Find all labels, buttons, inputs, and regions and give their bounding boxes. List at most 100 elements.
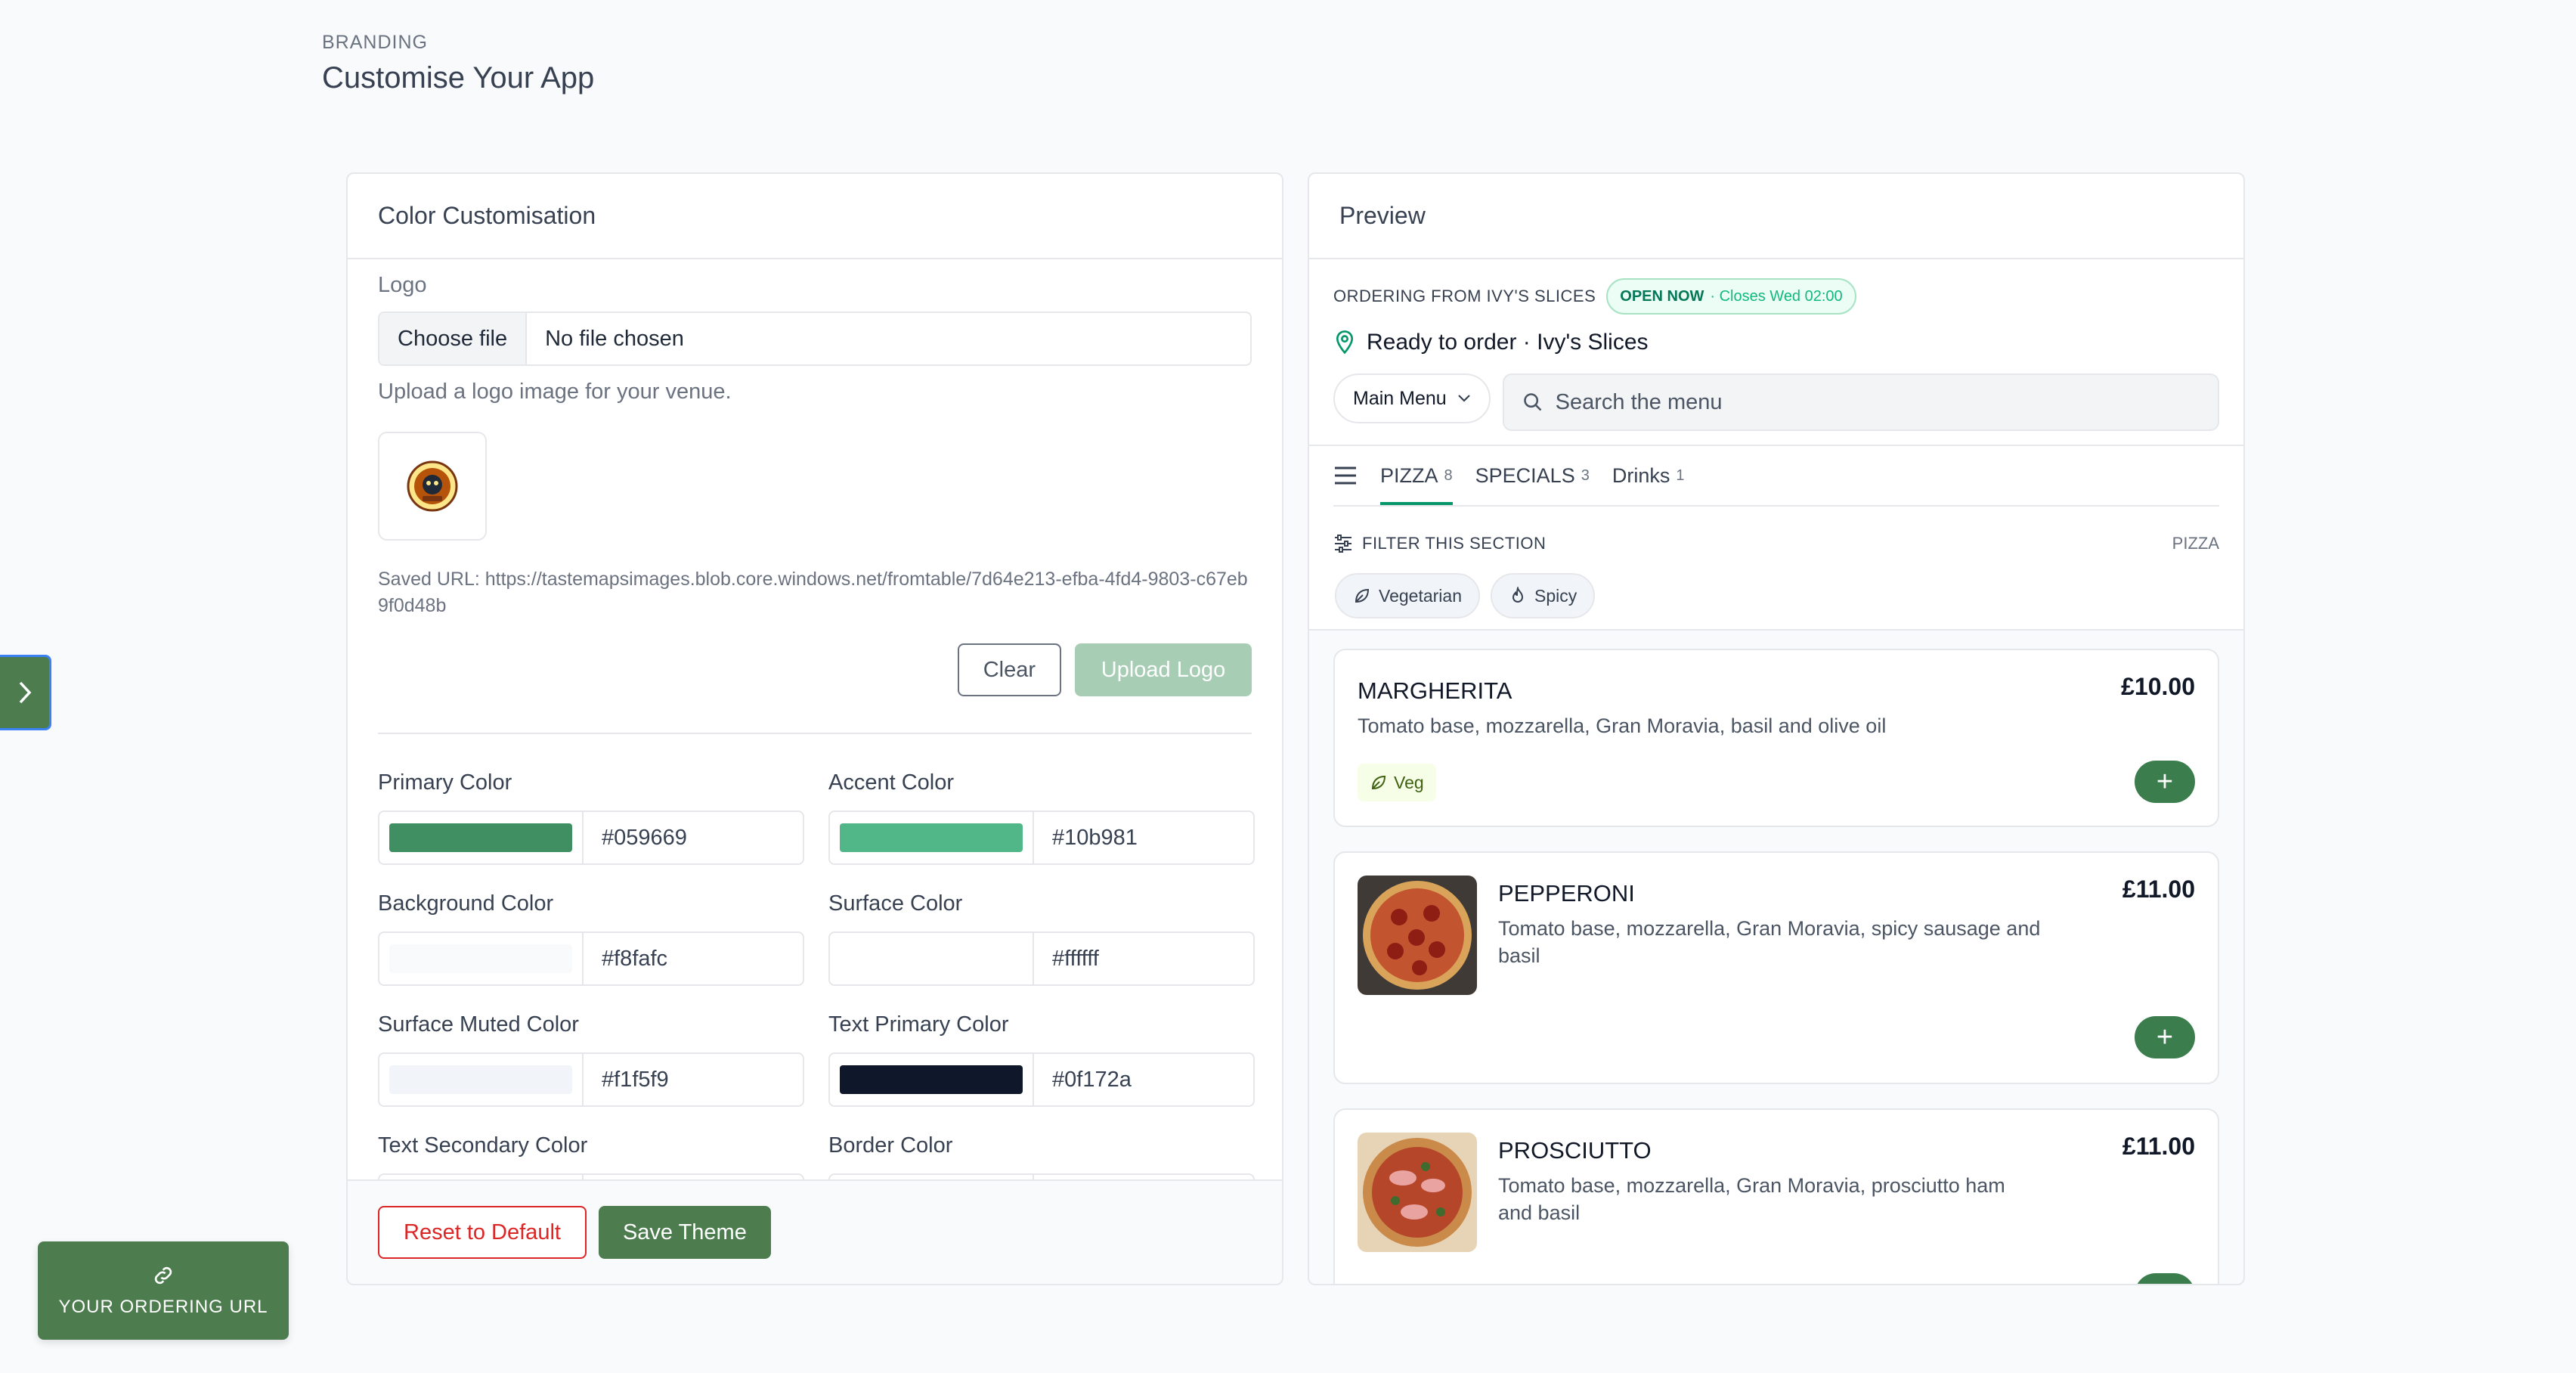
chevron-right-icon (19, 681, 31, 704)
color-picker[interactable] (830, 812, 1034, 863)
closing-time: · Closes Wed 02:00 (1710, 287, 1843, 305)
ordering-from-label: ORDERING FROM IVY'S SLICES (1333, 287, 1596, 305)
color-field: Background Color #f8fafc (378, 891, 804, 1012)
open-status: OPEN NOW (1620, 287, 1704, 305)
save-theme-button[interactable]: Save Theme (598, 1206, 771, 1259)
color-hex-value[interactable]: #059669 (584, 826, 687, 851)
tab-count: 8 (1444, 466, 1453, 484)
logo-preview (378, 432, 487, 541)
sidebar-expand-button[interactable] (0, 655, 51, 730)
color-hex-value[interactable]: #ffffff (1034, 947, 1099, 972)
color-field-label: Border Color (828, 1133, 953, 1158)
tab-drinks[interactable]: Drinks 1 (1612, 446, 1685, 505)
ordering-url-label: YOUR ORDERING URL (58, 1297, 268, 1317)
color-hex-value[interactable]: #f1f5f9 (584, 1068, 669, 1093)
color-field: Accent Color #10b981 (828, 770, 1255, 891)
add-to-cart-button[interactable]: + (2135, 761, 2195, 803)
color-picker[interactable] (830, 933, 1034, 984)
pepperoni-pizza-image (1358, 876, 1477, 995)
choose-file-button[interactable]: Choose file (379, 313, 528, 364)
flame-icon (1512, 587, 1523, 603)
open-status-badge: OPEN NOW · Closes Wed 02:00 (1606, 278, 1856, 315)
ordering-url-button[interactable]: YOUR ORDERING URL (38, 1241, 289, 1340)
menu-search-input[interactable]: Search the menu (1502, 373, 2219, 431)
tab-label: SPECIALS (1475, 463, 1575, 487)
color-picker[interactable] (379, 812, 584, 863)
color-swatch (840, 944, 1023, 973)
color-hex-value[interactable]: #f8fafc (584, 947, 667, 972)
color-panel-footer: Reset to Default Save Theme (348, 1179, 1282, 1284)
filter-section-name: PIZZA (2172, 534, 2219, 553)
item-name: PEPPERONI (1498, 880, 1635, 907)
color-customisation-card: Color Customisation Logo Choose file No … (346, 172, 1283, 1285)
color-field-label: Text Secondary Color (378, 1133, 588, 1158)
page-title: Customise Your App (322, 61, 595, 95)
search-placeholder: Search the menu (1555, 389, 1723, 414)
color-input[interactable]: #ffffff (828, 931, 1255, 986)
color-input[interactable]: #10b981 (828, 810, 1255, 865)
item-price: £11.00 (2122, 1133, 2195, 1160)
color-field-label: Accent Color (828, 770, 955, 795)
color-field: Primary Color #059669 (378, 770, 804, 891)
color-picker[interactable] (830, 1054, 1034, 1105)
hamburger-menu-icon[interactable] (1333, 465, 1358, 486)
item-name: MARGHERITA (1358, 677, 1512, 704)
tab-label: PIZZA (1380, 463, 1438, 487)
color-swatch (389, 1065, 572, 1094)
logo-label: Logo (378, 273, 427, 297)
menu-item-card[interactable]: PEPPERONI Tomato base, mozzarella, Gran … (1333, 851, 2219, 1084)
chip-label: Vegetarian (1379, 585, 1462, 606)
item-description: Tomato base, mozzarella, Gran Moravia, p… (1498, 1174, 2005, 1224)
preview-title: Preview (1309, 174, 2243, 259)
color-input[interactable]: #f8fafc (378, 931, 804, 986)
color-swatch (389, 823, 572, 852)
item-name: PROSCIUTTO (1498, 1137, 1652, 1164)
color-swatch (840, 823, 1023, 852)
veg-badge: Veg (1358, 764, 1436, 801)
color-picker[interactable] (379, 1054, 584, 1105)
vegetarian-filter-chip[interactable]: Vegetarian (1335, 573, 1480, 618)
chevron-down-icon (1457, 395, 1470, 402)
add-to-cart-button[interactable]: + (2135, 1273, 2195, 1284)
search-icon (1523, 393, 1542, 411)
color-swatch (840, 1065, 1023, 1094)
tab-count: 1 (1676, 466, 1685, 484)
color-field: Text Primary Color #0f172a (828, 1012, 1255, 1133)
filter-section-label: FILTER THIS SECTION (1362, 534, 1547, 553)
color-hex-value[interactable]: #10b981 (1034, 826, 1138, 851)
color-swatch (389, 944, 572, 973)
color-field-label: Primary Color (378, 770, 512, 795)
category-tabs: PIZZA 8 SPECIALS 3 Drinks 1 (1333, 446, 2219, 507)
clear-button[interactable]: Clear (957, 643, 1061, 696)
tab-specials[interactable]: SPECIALS 3 (1475, 446, 1590, 505)
color-input[interactable]: #f1f5f9 (378, 1052, 804, 1107)
color-field-label: Surface Muted Color (378, 1012, 579, 1037)
item-price: £11.00 (2122, 876, 2195, 903)
color-picker[interactable] (379, 933, 584, 984)
tab-pizza[interactable]: PIZZA 8 (1380, 446, 1453, 505)
prosciutto-pizza-image (1358, 1133, 1477, 1252)
reset-to-default-button[interactable]: Reset to Default (378, 1206, 587, 1259)
section-eyebrow: BRANDING (322, 32, 428, 53)
menu-item-card[interactable]: MARGHERITA Tomato base, mozzarella, Gran… (1333, 649, 2219, 827)
link-icon (154, 1266, 172, 1285)
color-field-label: Surface Color (828, 891, 963, 916)
venue-logo-image (407, 460, 458, 512)
leaf-icon (1355, 588, 1370, 603)
file-status: No file chosen (545, 326, 684, 351)
logo-file-input[interactable]: Choose file No file chosen (378, 311, 1252, 366)
color-input[interactable]: #059669 (378, 810, 804, 865)
color-hex-value[interactable]: #0f172a (1034, 1068, 1132, 1093)
menu-items-area: MARGHERITA Tomato base, mozzarella, Gran… (1309, 631, 2243, 1284)
upload-logo-button[interactable]: Upload Logo (1075, 643, 1252, 696)
menu-select[interactable]: Main Menu (1333, 373, 1491, 423)
color-input[interactable]: #0f172a (828, 1052, 1255, 1107)
color-field: Surface Muted Color #f1f5f9 (378, 1012, 804, 1133)
color-customisation-title: Color Customisation (348, 174, 1282, 259)
menu-item-card[interactable]: PROSCIUTTO Tomato base, mozzarella, Gran… (1333, 1108, 2219, 1284)
chip-label: Spicy (1534, 585, 1577, 606)
add-to-cart-button[interactable]: + (2135, 1016, 2195, 1058)
page-header: BRANDING Customise Your App (322, 32, 594, 95)
item-price: £10.00 (2121, 673, 2195, 700)
spicy-filter-chip[interactable]: Spicy (1490, 573, 1596, 618)
